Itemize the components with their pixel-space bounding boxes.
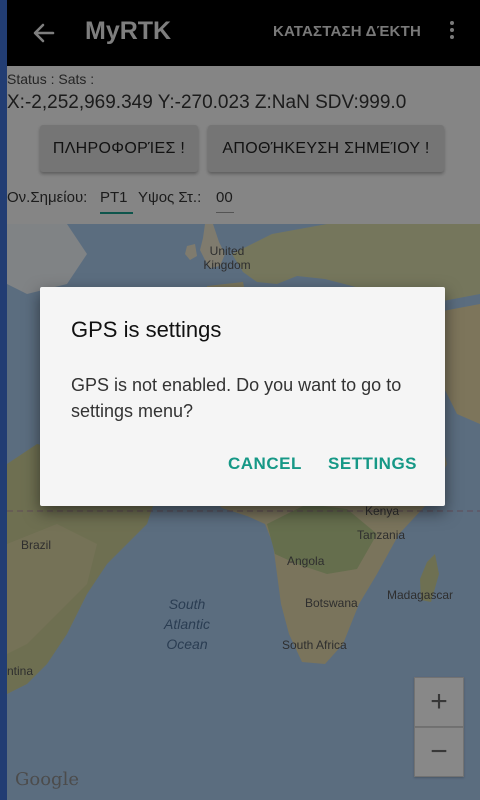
dialog-title: GPS is settings bbox=[71, 317, 222, 342]
dialog-message: GPS is not enabled. Do you want to go to… bbox=[71, 375, 402, 421]
gps-settings-dialog: GPS is settings GPS is not enabled. Do y… bbox=[40, 287, 445, 506]
cancel-button[interactable]: CANCEL bbox=[228, 454, 302, 474]
settings-button[interactable]: SETTINGS bbox=[328, 454, 417, 474]
